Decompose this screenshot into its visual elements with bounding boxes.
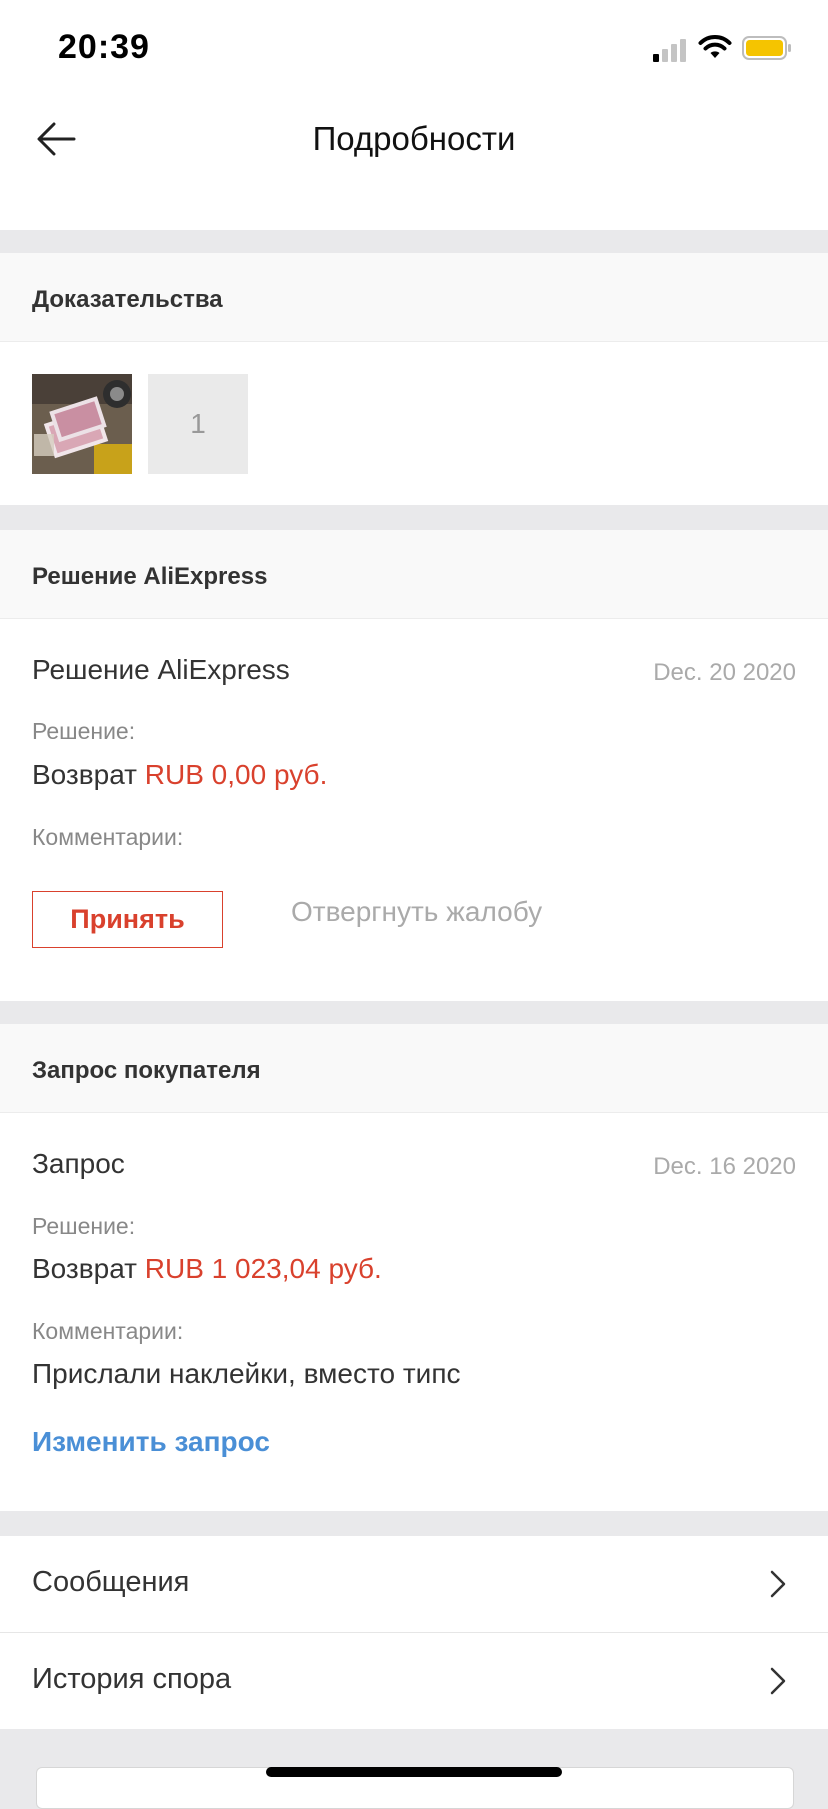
request-section-title: Запрос покупателя bbox=[32, 1057, 261, 1084]
request-solution-prefix: Возврат bbox=[32, 1253, 137, 1284]
dispute-history-label: История спора bbox=[32, 1663, 232, 1695]
decision-comments-label: Комментарии: bbox=[32, 824, 184, 850]
request-section-header: Запрос покупателя bbox=[0, 1024, 828, 1113]
evidence-photo-thumbnail[interactable] bbox=[32, 374, 132, 474]
page-title: Подробности bbox=[312, 120, 516, 157]
evidence-image-count[interactable]: 1 bbox=[148, 374, 248, 474]
battery-icon bbox=[742, 36, 791, 60]
request-comments-label: Комментарии: bbox=[32, 1318, 184, 1344]
request-date: Dec. 16 2020 bbox=[653, 1153, 796, 1180]
decision-date: Dec. 20 2020 bbox=[653, 659, 796, 686]
decision-refund-amount: RUB 0,00 руб. bbox=[144, 759, 328, 790]
wifi-icon bbox=[698, 35, 732, 58]
chevron-right-icon bbox=[770, 1570, 786, 1598]
decision-section-title: Решение AliExpress bbox=[32, 563, 268, 590]
decision-solution-prefix: Возврат bbox=[32, 759, 137, 790]
evidence-section-title: Доказательства bbox=[32, 286, 223, 313]
accept-button[interactable]: Принять bbox=[32, 891, 223, 948]
decision-solution-value: Возврат RUB 0,00 руб. bbox=[32, 759, 327, 791]
decision-heading: Решение AliExpress bbox=[32, 654, 290, 685]
messages-row[interactable]: Сообщения bbox=[0, 1536, 828, 1632]
home-indicator[interactable] bbox=[266, 1767, 562, 1777]
request-solution-value: Возврат RUB 1 023,04 руб. bbox=[32, 1253, 382, 1285]
request-comment-text: Прислали наклейки, вместо типс bbox=[32, 1358, 461, 1389]
request-heading: Запрос bbox=[32, 1148, 125, 1179]
decision-section-header: Решение AliExpress bbox=[0, 530, 828, 619]
reject-complaint-button[interactable]: Отвергнуть жалобу bbox=[291, 896, 542, 928]
edit-request-link[interactable]: Изменить запрос bbox=[32, 1426, 270, 1458]
request-solution-label: Решение: bbox=[32, 1213, 136, 1239]
dispute-history-row[interactable]: История спора bbox=[0, 1633, 828, 1729]
cellular-signal-icon bbox=[653, 39, 686, 62]
chevron-right-icon bbox=[770, 1667, 786, 1695]
status-bar: 20:39 bbox=[0, 0, 828, 100]
status-time: 20:39 bbox=[58, 28, 150, 66]
messages-label: Сообщения bbox=[32, 1566, 190, 1598]
evidence-section-header: Доказательства bbox=[0, 253, 828, 342]
decision-solution-label: Решение: bbox=[32, 718, 136, 744]
evidence-photo-image bbox=[32, 374, 132, 474]
request-refund-amount: RUB 1 023,04 руб. bbox=[144, 1253, 382, 1284]
